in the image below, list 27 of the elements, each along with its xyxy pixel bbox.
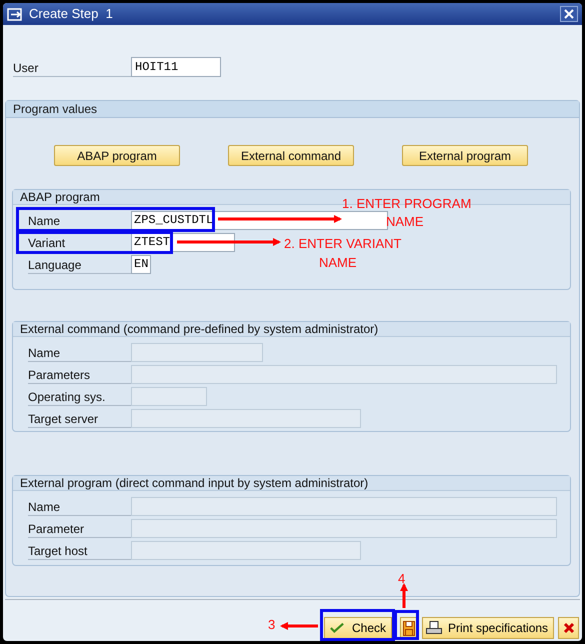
window-title: Create Step 1 [29, 5, 113, 24]
printer-icon [426, 621, 442, 635]
checkmark-icon [330, 622, 344, 634]
program-type-button[interactable]: ABAP program [54, 145, 180, 166]
annotation-arrow [400, 583, 408, 608]
print-button[interactable]: Print specifications [422, 617, 554, 639]
input-field[interactable]: EN [131, 254, 151, 274]
annotation-text: 1. ENTER PROGRAM [342, 196, 472, 211]
input-field[interactable]: HOIT11 [131, 57, 221, 77]
close-icon [562, 622, 574, 634]
annotation-arrow [280, 622, 318, 630]
program-type-button[interactable]: External command [228, 145, 354, 166]
dialog-icon [7, 8, 23, 20]
annotation-text: NAME [386, 214, 424, 229]
group-header: External program (direct command input by system administrator) [13, 476, 570, 491]
cancel-button[interactable] [558, 617, 579, 639]
annotation-text: 3 [268, 617, 276, 632]
input-field[interactable]: ZPS_CUSTDTL [131, 210, 388, 230]
check-button[interactable]: Check [324, 617, 392, 639]
annotation-text: 4 [398, 571, 406, 586]
panel-header: Program values [6, 101, 579, 118]
annotation-text: 2. ENTER VARIANT [284, 236, 402, 251]
annotation-text: NAME [319, 255, 357, 270]
group-header: External command (command pre-defined by system administrator) [13, 322, 570, 337]
close-button[interactable] [560, 6, 578, 22]
close-icon [564, 9, 574, 19]
program-type-button[interactable]: External program [402, 145, 528, 166]
